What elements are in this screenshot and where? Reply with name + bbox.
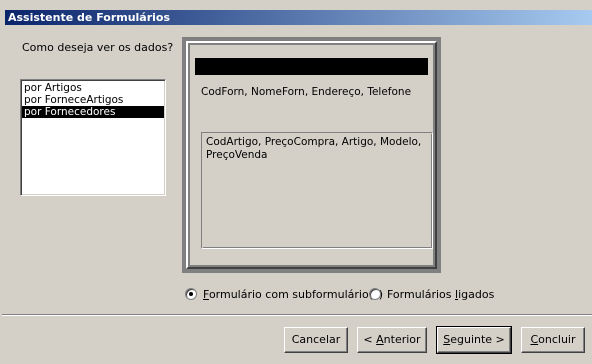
- back-button[interactable]: < Anterior: [357, 327, 427, 353]
- preview-face: CodForn, NomeForn, Endereço, Telefone Co…: [190, 45, 433, 265]
- main-form-header-bar: [195, 58, 428, 75]
- linked-forms-option-label: Formulários ligados: [387, 288, 494, 301]
- window-title: Assistente de Formulários: [5, 10, 592, 25]
- subform-option[interactable]: Formulário com subformulário(s): [185, 287, 383, 301]
- main-form-fields: CodForn, NomeForn, Endereço, Telefone: [201, 86, 412, 98]
- subform-fields: CodArtigo, PreçoCompra, Artigo, Modelo, …: [203, 134, 432, 248]
- next-button[interactable]: Seguinte >: [436, 326, 512, 354]
- subform-fields-line-1: CodArtigo, PreçoCompra, Artigo, Modelo,: [206, 136, 422, 148]
- finish-accel: C: [530, 333, 539, 346]
- back-rest: nterior: [383, 333, 421, 346]
- linked-forms-radio-button[interactable]: [369, 288, 381, 300]
- finish-button[interactable]: Concluir: [521, 327, 585, 353]
- list-item-por-fornecedores[interactable]: por Fornecedores: [22, 106, 164, 118]
- subform-radio-button[interactable]: [185, 288, 197, 300]
- subform-fields-line-2: PreçoVenda: [206, 149, 268, 161]
- subform-preview: CodArtigo, PreçoCompra, Artigo, Modelo, …: [201, 132, 433, 249]
- preview-frame: CodForn, NomeForn, Endereço, Telefone Co…: [186, 41, 437, 269]
- form-layout-preview: CodForn, NomeForn, Endereço, Telefone Co…: [182, 37, 441, 273]
- linked-forms-option[interactable]: Formulários ligados: [369, 287, 494, 301]
- back-prefix: <: [363, 333, 377, 346]
- linked-label-post: igados: [458, 287, 495, 301]
- cancel-button[interactable]: Cancelar: [284, 327, 348, 353]
- footer-separator: [2, 314, 592, 316]
- next-rest: eguinte >: [450, 333, 505, 346]
- finish-rest: oncluir: [538, 333, 576, 346]
- list-item-por-fornece-artigos[interactable]: por ForneceArtigos: [22, 94, 164, 106]
- view-prompt-label: Como deseja ver os dados?: [22, 41, 174, 54]
- subform-option-label: Formulário com subformulário(s): [203, 288, 383, 301]
- subform-label-rest: ormulário com subformulário(s): [208, 287, 383, 301]
- linked-label-pre: Formulários: [387, 287, 456, 301]
- view-by-listbox[interactable]: por Artigos por ForneceArtigos por Forne…: [20, 79, 166, 196]
- list-item-por-artigos[interactable]: por Artigos: [22, 82, 164, 94]
- back-accel: A: [376, 333, 384, 346]
